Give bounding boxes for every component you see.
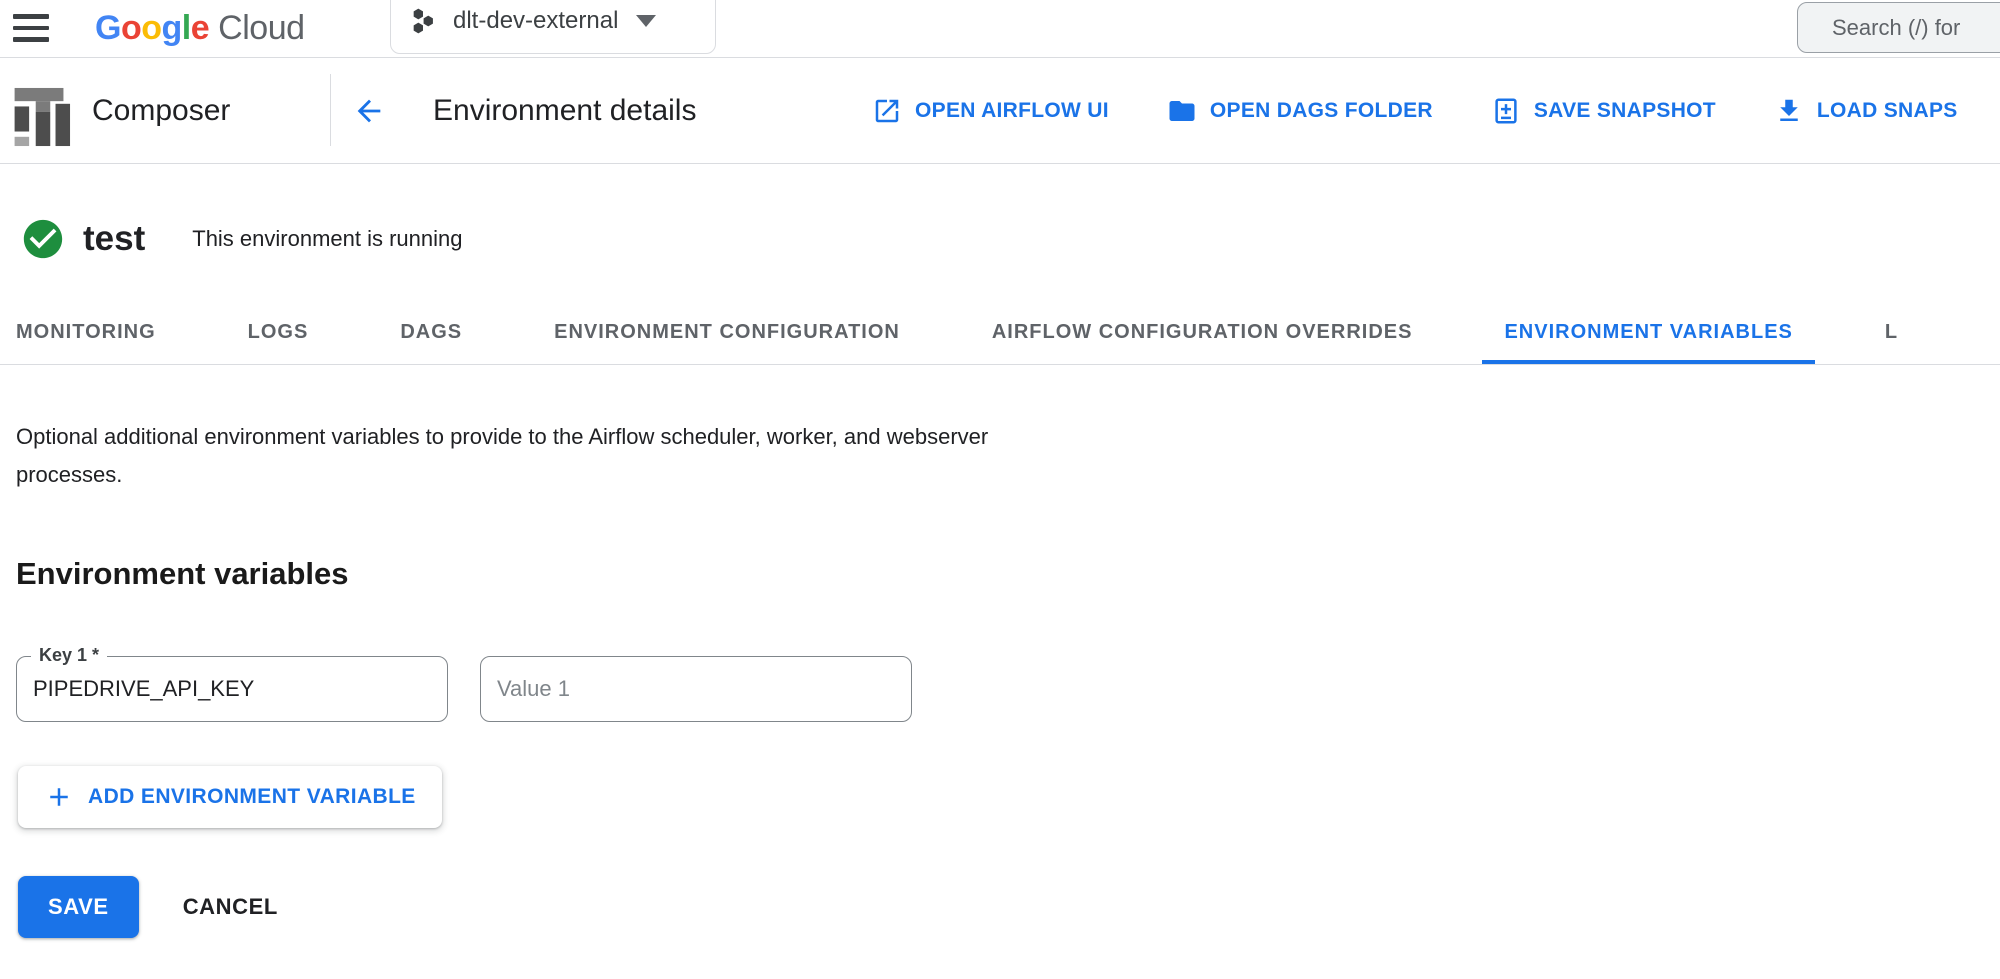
save-button[interactable]: SAVE xyxy=(18,876,139,938)
value-input[interactable] xyxy=(481,657,911,721)
app-header: Composer Environment details OPEN AIRFLO… xyxy=(0,58,2000,164)
key-field-label: Key 1 * xyxy=(31,645,107,666)
check-circle-icon xyxy=(20,216,66,262)
tab-monitoring[interactable]: MONITORING xyxy=(0,300,178,364)
env-var-value-field xyxy=(480,656,912,722)
composer-logo-icon xyxy=(8,84,74,150)
chevron-down-icon xyxy=(636,15,656,27)
project-name: dlt-dev-external xyxy=(453,7,618,35)
load-snapshot-button[interactable]: LOAD SNAPS xyxy=(1774,96,1958,126)
save-snapshot-icon xyxy=(1491,96,1521,126)
tab-environment-configuration[interactable]: ENVIRONMENT CONFIGURATION xyxy=(532,300,922,364)
section-title: Environment variables xyxy=(16,556,2000,592)
tab-description: Optional additional environment variable… xyxy=(16,418,1096,494)
search-box xyxy=(1797,2,2000,53)
arrow-back-icon xyxy=(352,94,386,128)
page-title: Environment details xyxy=(433,94,696,128)
google-cloud-logo: G o o g l e Cloud xyxy=(95,0,305,56)
environment-status-row: test This environment is running xyxy=(0,216,2000,262)
logo-letter: e xyxy=(191,9,209,48)
form-actions: SAVE CANCEL xyxy=(18,876,2000,938)
action-label: OPEN DAGS FOLDER xyxy=(1210,99,1433,123)
tab-environment-variables[interactable]: ENVIRONMENT VARIABLES xyxy=(1482,300,1814,364)
action-label: OPEN AIRFLOW UI xyxy=(915,99,1109,123)
logo-letter: l xyxy=(182,9,191,48)
save-snapshot-button[interactable]: SAVE SNAPSHOT xyxy=(1491,96,1716,126)
header-divider xyxy=(330,74,331,146)
back-button[interactable] xyxy=(352,91,392,131)
add-button-label: ADD ENVIRONMENT VARIABLE xyxy=(88,785,416,809)
plus-icon xyxy=(44,782,74,812)
tab-logs[interactable]: LOGS xyxy=(226,300,331,364)
open-airflow-ui-button[interactable]: OPEN AIRFLOW UI xyxy=(872,96,1109,126)
logo-letter: G xyxy=(95,9,121,48)
download-icon xyxy=(1774,96,1804,126)
logo-cloud-text: Cloud xyxy=(218,9,304,48)
open-dags-folder-button[interactable]: OPEN DAGS FOLDER xyxy=(1167,96,1433,126)
search-input[interactable] xyxy=(1798,15,2000,41)
env-var-row: Key 1 * xyxy=(16,656,2000,722)
top-bar: G o o g l e Cloud dlt-dev-external xyxy=(0,0,2000,58)
tab-labels-clipped[interactable]: L xyxy=(1863,300,1920,364)
action-label: LOAD SNAPS xyxy=(1817,99,1958,123)
add-environment-variable-button[interactable]: ADD ENVIRONMENT VARIABLE xyxy=(18,766,442,828)
app-title: Composer xyxy=(92,94,230,128)
logo-letter: o xyxy=(121,9,141,48)
header-actions: OPEN AIRFLOW UI OPEN DAGS FOLDER SAVE SN… xyxy=(872,58,1958,163)
folder-icon xyxy=(1167,96,1197,126)
action-label: SAVE SNAPSHOT xyxy=(1534,99,1716,123)
open-in-new-icon xyxy=(872,96,902,126)
menu-button[interactable] xyxy=(13,11,51,45)
tab-dags[interactable]: DAGS xyxy=(378,300,484,364)
project-selector[interactable]: dlt-dev-external xyxy=(390,0,716,54)
logo-letter: g xyxy=(162,9,182,48)
env-var-key-field: Key 1 * xyxy=(16,656,448,722)
hamburger-icon xyxy=(13,14,51,19)
logo-letter: o xyxy=(141,9,161,48)
environment-name: test xyxy=(83,219,145,259)
project-hexagons-icon xyxy=(409,7,437,35)
key-input[interactable] xyxy=(17,657,447,721)
tab-bar: MONITORING LOGS DAGS ENVIRONMENT CONFIGU… xyxy=(0,300,2000,365)
cancel-button[interactable]: CANCEL xyxy=(183,894,278,920)
tab-airflow-configuration-overrides[interactable]: AIRFLOW CONFIGURATION OVERRIDES xyxy=(970,300,1435,364)
environment-status-message: This environment is running xyxy=(192,226,462,252)
